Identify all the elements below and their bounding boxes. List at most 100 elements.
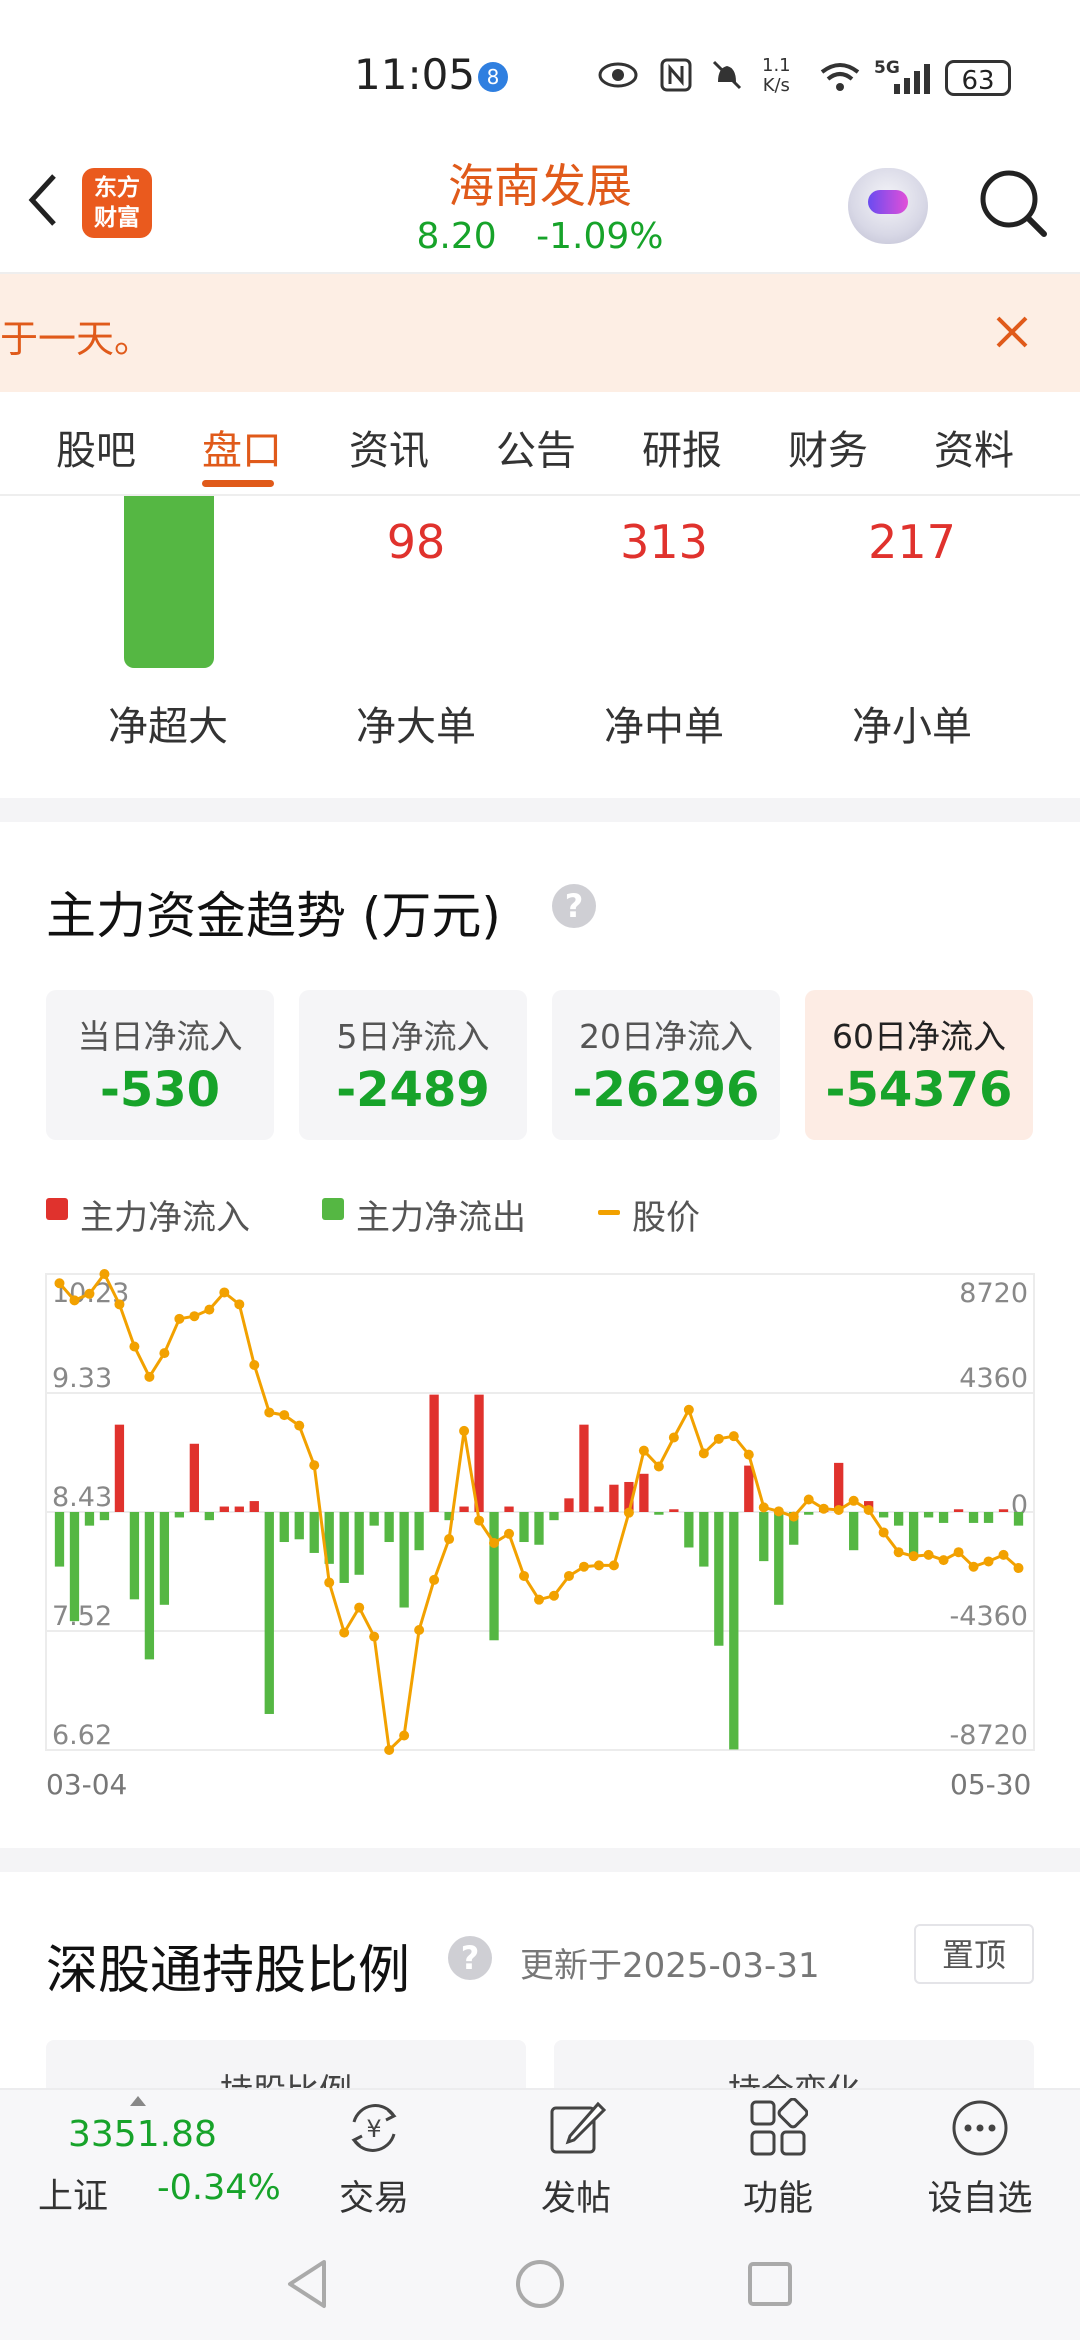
net-speed-unit: K/s [762,75,790,96]
price-point [638,1445,649,1456]
price-point [369,1631,380,1642]
tab-news[interactable]: 资讯 [349,418,429,476]
legend-outflow: 主力净流出 [356,1198,526,1238]
outflow-bar [549,1512,559,1521]
net-speed: 1.1 K/s [762,56,791,96]
robot-visor-icon [868,190,908,214]
inflow-bar [189,1443,199,1512]
price-point [354,1602,365,1613]
tab-research[interactable]: 研报 [642,418,722,476]
index-expand-caret-icon[interactable] [130,2096,146,2106]
price-point [189,1311,200,1322]
card-today-value: -530 [99,1062,221,1118]
wifi-icon [820,63,860,91]
nfc-icon [660,58,692,92]
outflow-bar [279,1512,289,1543]
small-order-value: 217 [868,515,956,569]
tab-guba[interactable]: 股吧 [56,418,136,476]
price-point [504,1528,515,1539]
banner-text: 于一天。 [0,317,153,361]
outflow-bar [983,1512,994,1523]
price-point [429,1574,440,1585]
chart-end-date: 05-30 [950,1768,1032,1801]
price-point [743,1449,754,1460]
outflow-bar [893,1512,904,1526]
inflow-bar [594,1506,604,1512]
flow-tick-label: -4360 [950,1601,1028,1632]
index-change[interactable]: -0.34% [157,2168,281,2208]
outflow-bar [699,1512,709,1567]
notice-banner[interactable] [0,274,1080,392]
inflow-bar [564,1498,574,1512]
price-point [129,1341,140,1352]
grid-icon[interactable] [748,2098,808,2158]
nav-back-icon[interactable] [284,2258,330,2310]
index-name[interactable]: 上证 [38,2168,108,2219]
price-point [893,1547,904,1558]
price-tick-label: 6.62 [52,1720,112,1751]
card-20day-value: -26296 [572,1062,760,1118]
more-icon[interactable] [950,2098,1010,2158]
price-point [84,1288,95,1299]
outflow-bar [1013,1512,1024,1526]
notification-badge-icon: 8 [478,62,508,92]
inflow-bar [639,1473,649,1512]
outflow-bar [69,1512,80,1622]
nav-add-watchlist[interactable]: 设自选 [900,2170,1060,2221]
net-speed-value: 1.1 [762,55,791,76]
help-icon-2[interactable]: ? [448,1936,492,1980]
outflow-bar [684,1512,694,1548]
close-icon[interactable] [994,314,1030,350]
nav-functions[interactable]: 功能 [698,2170,858,2221]
outflow-bar [354,1512,364,1575]
tab-finance[interactable]: 财务 [788,418,868,476]
price-point [773,1506,784,1517]
inflow-bar [579,1424,589,1512]
outflow-bar [399,1512,409,1608]
stock-price: 8.20 [416,216,497,257]
fund-flow-chart[interactable]: 10.2387209.3343608.4307.52-43606.62-8720 [0,1260,1080,1760]
price-point [803,1494,814,1505]
section-gap [0,798,1080,822]
price-point [983,1556,994,1567]
nav-home-icon[interactable] [514,2258,566,2310]
nav-trade[interactable]: 交易 [294,2170,454,2221]
outflow-bar [849,1512,859,1551]
price-point [818,1503,829,1514]
price-point [788,1511,799,1522]
outflow-bar [654,1512,664,1515]
updated-date: 更新于2025-03-31 [520,1946,820,1986]
outflow-bar [384,1512,394,1543]
price-point [548,1590,559,1601]
price-point [938,1555,949,1566]
outflow-bar [938,1512,949,1523]
search-icon[interactable] [978,168,1048,238]
help-icon[interactable]: ? [552,884,596,928]
inflow-bar [669,1509,679,1512]
price-point [683,1404,694,1415]
nav-post[interactable]: 发帖 [496,2170,656,2221]
tab-profile[interactable]: 资料 [934,418,1014,476]
index-value[interactable]: 3351.88 [68,2114,217,2155]
yen-cycle-icon[interactable]: ¥ [344,2098,404,2158]
card-5day-value: -2489 [336,1062,490,1118]
price-point [758,1502,769,1513]
outflow-bar [534,1512,544,1545]
price-point [923,1549,934,1560]
price-point [489,1537,500,1548]
price-point [384,1745,395,1755]
edit-icon[interactable] [546,2098,606,2158]
tab-pankou[interactable]: 盘口 [202,418,282,476]
flow-tick-label: 8720 [959,1278,1028,1309]
nav-recents-icon[interactable] [746,2260,794,2308]
price-point [249,1359,260,1370]
price-point [578,1561,589,1572]
outflow-bar [294,1512,304,1540]
outflow-bar [54,1512,65,1567]
outflow-bar [84,1512,95,1526]
price-point [339,1627,350,1638]
pin-top-button[interactable]: 置顶 [914,1924,1034,1984]
price-point [99,1269,110,1279]
tab-announcements[interactable]: 公告 [496,418,576,476]
price-point [264,1407,275,1418]
